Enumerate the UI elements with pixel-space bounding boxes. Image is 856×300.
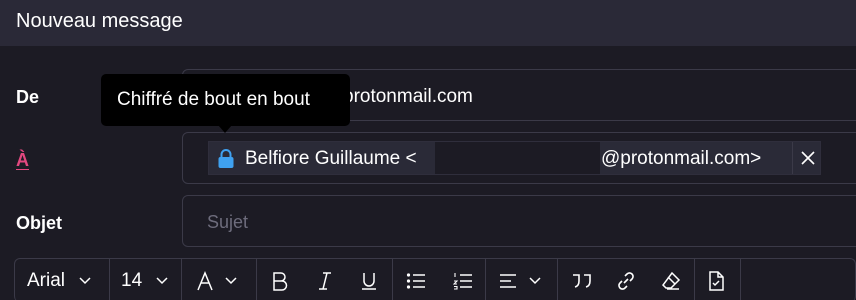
lock-icon — [217, 149, 235, 169]
recipient-chip[interactable]: Belfiore Guillaume < @protonmail.com> — [208, 141, 821, 175]
eraser-icon — [662, 271, 681, 290]
font-family-dropdown[interactable]: Arial — [27, 259, 91, 300]
from-address: protonmail.com — [343, 86, 473, 107]
insert-file-button[interactable] — [707, 259, 725, 300]
font-color-button[interactable] — [195, 259, 237, 300]
subject-field[interactable]: Sujet — [182, 195, 856, 247]
bold-button[interactable] — [271, 259, 289, 300]
link-icon — [618, 272, 634, 290]
composer-header: Nouveau message — [0, 0, 856, 46]
clear-formatting-button[interactable] — [661, 259, 681, 300]
font-color-icon — [197, 271, 213, 291]
underline-icon — [362, 273, 376, 290]
align-dropdown[interactable] — [499, 259, 541, 300]
bullet-list-icon — [406, 273, 425, 289]
bullet-list-button[interactable] — [406, 259, 426, 300]
encryption-tooltip: Chiffré de bout en bout — [101, 74, 350, 133]
numbered-list-button[interactable] — [453, 259, 473, 300]
tooltip-text: Chiffré de bout en bout — [117, 89, 310, 110]
chevron-down-icon — [225, 277, 237, 285]
recipient-name: Belfiore Guillaume < — [245, 148, 417, 169]
quote-button[interactable] — [571, 259, 593, 300]
recipient-domain: @protonmail.com> — [601, 148, 762, 169]
subject-placeholder: Sujet — [207, 212, 249, 232]
window-title: Nouveau message — [16, 10, 183, 32]
to-label[interactable]: À — [16, 150, 29, 171]
numbered-list-icon — [453, 273, 472, 290]
remove-recipient-button[interactable] — [792, 142, 822, 174]
italic-icon — [319, 272, 331, 290]
underline-button[interactable] — [360, 259, 378, 300]
quote-icon — [573, 274, 591, 288]
italic-button[interactable] — [317, 259, 333, 300]
bold-icon — [273, 272, 288, 291]
chevron-down-icon — [79, 277, 91, 285]
tooltip-arrow — [218, 125, 232, 133]
subject-label: Objet — [16, 213, 63, 233]
chevron-down-icon — [156, 277, 168, 285]
from-label: De — [16, 87, 40, 107]
font-family-value: Arial — [27, 270, 66, 291]
align-left-icon — [500, 274, 516, 288]
font-size-value: 14 — [121, 270, 143, 291]
chevron-down-icon — [529, 277, 541, 285]
redacted-address — [435, 142, 600, 174]
close-icon — [800, 151, 815, 165]
to-field[interactable]: Belfiore Guillaume < @protonmail.com> — [182, 132, 856, 184]
link-button[interactable] — [616, 259, 636, 300]
formatting-toolbar: Arial 14 — [14, 258, 856, 300]
font-size-dropdown[interactable]: 14 — [121, 259, 168, 300]
file-icon — [709, 271, 724, 291]
